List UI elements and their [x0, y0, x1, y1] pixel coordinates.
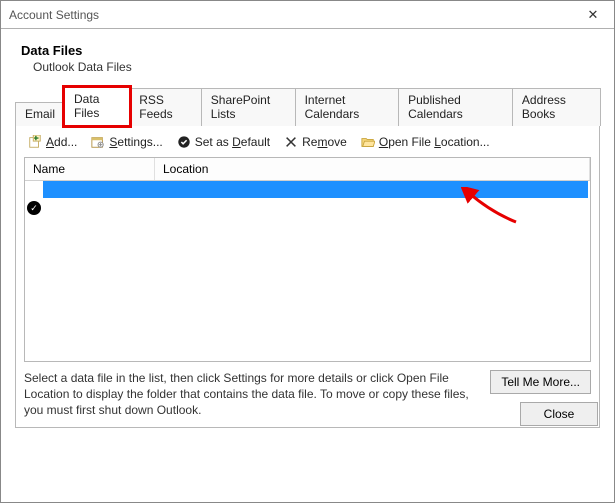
list-body: ✓: [25, 181, 590, 218]
add-button[interactable]: AAdd...dd...: [28, 135, 77, 149]
settings-icon: [91, 135, 105, 149]
check-circle-icon: [177, 135, 191, 149]
remove-button[interactable]: Remove Remove: [284, 135, 347, 149]
default-check-icon: ✓: [27, 201, 41, 215]
add-icon: [28, 135, 42, 149]
dialog-buttons: Close: [520, 402, 598, 426]
set-default-button[interactable]: Set as Default Set as Default: [177, 135, 270, 149]
close-icon[interactable]: ✕: [572, 1, 614, 29]
dialog-body: Data Files Outlook Data Files Email Data…: [1, 29, 614, 436]
tab-data-files[interactable]: Data Files: [64, 87, 130, 126]
tab-internet-calendars[interactable]: Internet Calendars: [295, 88, 400, 126]
close-button[interactable]: Close: [520, 402, 598, 426]
column-location[interactable]: Location: [155, 158, 590, 180]
heading-area: Data Files Outlook Data Files: [15, 43, 600, 74]
page-title: Data Files: [21, 43, 600, 58]
footer-text: Select a data file in the list, then cli…: [24, 370, 480, 419]
page-subtitle: Outlook Data Files: [33, 60, 600, 74]
remove-icon: [284, 135, 298, 149]
column-name[interactable]: Name: [25, 158, 155, 180]
table-row[interactable]: [43, 181, 588, 198]
window-title: Account Settings: [9, 8, 99, 22]
titlebar: Account Settings ✕: [1, 1, 614, 29]
open-file-location-button[interactable]: Open File Location... Open File Location…: [361, 135, 490, 149]
list-header: Name Location: [25, 158, 590, 181]
tab-address-books[interactable]: Address Books: [512, 88, 601, 126]
footer-note: Select a data file in the list, then cli…: [24, 370, 591, 419]
tab-sharepoint-lists[interactable]: SharePoint Lists: [201, 88, 296, 126]
tell-me-more-button[interactable]: Tell Me More...: [490, 370, 591, 394]
tab-rss-feeds[interactable]: RSS Feeds: [129, 88, 202, 126]
tab-panel: AAdd...dd... Settings... Settings... Set…: [15, 126, 600, 428]
toolbar: AAdd...dd... Settings... Settings... Set…: [24, 133, 591, 157]
tab-strip: Email Data Files RSS Feeds SharePoint Li…: [15, 86, 600, 126]
folder-open-icon: [361, 135, 375, 149]
tab-published-calendars[interactable]: Published Calendars: [398, 88, 513, 126]
tab-email[interactable]: Email: [15, 102, 65, 126]
data-files-list[interactable]: Name Location ✓: [24, 157, 591, 362]
settings-button[interactable]: Settings... Settings...: [91, 135, 162, 149]
table-row[interactable]: ✓: [25, 198, 590, 218]
